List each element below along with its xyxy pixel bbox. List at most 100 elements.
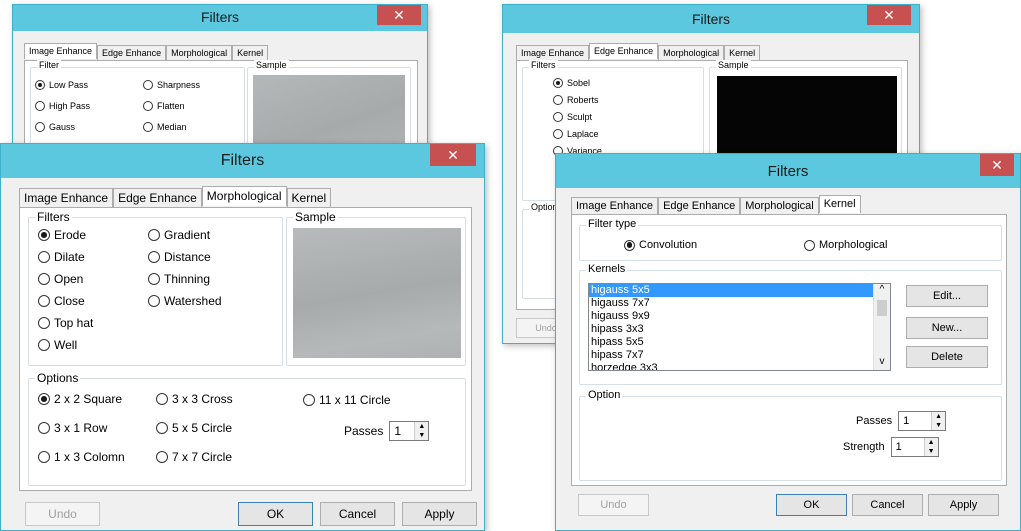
title-bar[interactable]: Filters ✕ <box>13 5 427 31</box>
title-bar[interactable]: Filters ✕ <box>556 154 1020 188</box>
scroll-thumb[interactable] <box>877 300 887 316</box>
list-item[interactable]: higauss 9x9 <box>589 310 890 323</box>
radio-well[interactable]: Well <box>38 338 77 352</box>
radio-sharpness[interactable]: Sharpness <box>143 80 200 90</box>
tab-morphological[interactable]: Morphological <box>658 45 725 61</box>
radio-1x3-colomn[interactable]: 1 x 3 Colomn <box>38 450 125 464</box>
radio-convolution[interactable]: Convolution <box>624 239 697 251</box>
tab-morphological[interactable]: Morphological <box>201 186 287 206</box>
radio-watershed[interactable]: Watershed <box>148 294 222 308</box>
edit-button[interactable]: Edit... <box>906 285 988 307</box>
radio-5x5-circle[interactable]: 5 x 5 Circle <box>156 421 232 435</box>
radio-open[interactable]: Open <box>38 272 83 286</box>
new-button[interactable]: New... <box>906 317 988 339</box>
radio-top-hat[interactable]: Top hat <box>38 316 93 330</box>
radio-dot <box>303 394 315 406</box>
tab-image-enhance[interactable]: Image Enhance <box>571 197 659 215</box>
spin-up-icon[interactable]: ▲ <box>932 412 945 421</box>
radio-morphological[interactable]: Morphological <box>804 239 887 251</box>
close-button[interactable]: ✕ <box>377 5 421 25</box>
spin-down-icon[interactable]: ▼ <box>932 421 945 430</box>
tab-panel: Filter type Convolution Morphological Ke… <box>571 214 1007 486</box>
cancel-button[interactable]: Cancel <box>852 494 923 516</box>
radio-sculpt[interactable]: Sculpt <box>553 112 592 122</box>
tab-kernel[interactable]: Kernel <box>724 45 761 61</box>
tab-edge-enhance[interactable]: Edge Enhance <box>589 43 659 59</box>
tab-morphological[interactable]: Morphological <box>166 45 233 61</box>
radio-label: Distance <box>164 250 211 264</box>
title-bar[interactable]: Filters ✕ <box>1 144 484 178</box>
radio-7x7-circle[interactable]: 7 x 7 Circle <box>156 450 232 464</box>
radio-thinning[interactable]: Thinning <box>148 272 210 286</box>
radio-11x11-circle[interactable]: 11 x 11 Circle <box>303 393 391 407</box>
list-scrollbar[interactable]: ^ v <box>873 284 890 370</box>
tab-image-enhance[interactable]: Image Enhance <box>516 45 590 61</box>
strength-control: Strength 1 ▲ ▼ <box>843 437 939 457</box>
list-item[interactable]: higauss 5x5 <box>589 284 890 297</box>
ok-button[interactable]: OK <box>776 494 847 516</box>
title-bar[interactable]: Filters ✕ <box>503 5 919 33</box>
tab-kernel[interactable]: Kernel <box>818 195 861 213</box>
radio-sobel[interactable]: Sobel <box>553 78 590 88</box>
spin-up-icon[interactable]: ▲ <box>415 422 428 431</box>
radio-high-pass[interactable]: High Pass <box>35 101 90 111</box>
undo-button[interactable]: Undo <box>25 502 100 526</box>
scroll-down-icon[interactable]: v <box>874 356 890 368</box>
undo-button[interactable]: Undo <box>578 494 649 516</box>
spin-down-icon[interactable]: ▼ <box>415 431 428 440</box>
radio-label: Erode <box>54 228 87 242</box>
radio-dilate[interactable]: Dilate <box>38 250 85 264</box>
delete-button[interactable]: Delete <box>906 346 988 368</box>
radio-roberts[interactable]: Roberts <box>553 95 599 105</box>
apply-button[interactable]: Apply <box>402 502 477 526</box>
scroll-up-icon[interactable]: ^ <box>874 284 890 296</box>
tab-kernel[interactable]: Kernel <box>286 188 332 208</box>
spin-up-icon[interactable]: ▲ <box>925 438 938 447</box>
list-item[interactable]: hipass 5x5 <box>589 336 890 349</box>
list-item[interactable]: hipass 7x7 <box>589 349 890 362</box>
passes-spinner[interactable]: 1 ▲ ▼ <box>898 411 947 431</box>
radio-gauss[interactable]: Gauss <box>35 122 75 132</box>
tab-edge-enhance[interactable]: Edge Enhance <box>113 188 202 208</box>
kernels-list[interactable]: higauss 5x5 higauss 7x7 higauss 9x9 hipa… <box>588 283 891 371</box>
list-item[interactable]: horzedge 3x3 <box>589 362 890 370</box>
close-button[interactable]: ✕ <box>430 144 476 166</box>
spinner-arrows[interactable]: ▲ ▼ <box>414 422 429 440</box>
spinner-arrows[interactable]: ▲ ▼ <box>923 438 938 456</box>
radio-low-pass[interactable]: Low Pass <box>35 80 88 90</box>
radio-median[interactable]: Median <box>143 122 187 132</box>
list-item[interactable]: hipass 3x3 <box>589 323 890 336</box>
ok-button[interactable]: OK <box>238 502 313 526</box>
close-button[interactable]: ✕ <box>867 5 911 25</box>
tab-edge-enhance[interactable]: Edge Enhance <box>658 197 741 215</box>
radio-label: 5 x 5 Circle <box>172 421 233 435</box>
radio-2x2-square[interactable]: 2 x 2 Square <box>38 392 122 406</box>
window-title: Filters <box>767 163 809 180</box>
radio-label: Laplace <box>567 129 599 139</box>
radio-distance[interactable]: Distance <box>148 250 211 264</box>
radio-erode[interactable]: Erode <box>38 228 86 242</box>
close-button[interactable]: ✕ <box>980 154 1014 176</box>
radio-gradient[interactable]: Gradient <box>148 228 210 242</box>
radio-laplace[interactable]: Laplace <box>553 129 599 139</box>
radio-dot <box>38 251 50 263</box>
tab-kernel[interactable]: Kernel <box>232 45 269 61</box>
radio-label: 2 x 2 Square <box>54 392 123 406</box>
strength-spinner[interactable]: 1 ▲ ▼ <box>890 437 939 457</box>
tab-image-enhance[interactable]: Image Enhance <box>24 43 98 59</box>
radio-label: 3 x 1 Row <box>54 421 108 435</box>
tab-edge-enhance[interactable]: Edge Enhance <box>97 45 167 61</box>
spin-down-icon[interactable]: ▼ <box>925 447 938 456</box>
radio-flatten[interactable]: Flatten <box>143 101 185 111</box>
passes-spinner[interactable]: 1 ▲ ▼ <box>389 421 430 441</box>
filters-group-label: Filters <box>529 60 558 70</box>
list-item[interactable]: higauss 7x7 <box>589 297 890 310</box>
apply-button[interactable]: Apply <box>928 494 999 516</box>
cancel-button[interactable]: Cancel <box>320 502 395 526</box>
radio-3x3-cross[interactable]: 3 x 3 Cross <box>156 392 233 406</box>
spinner-arrows[interactable]: ▲ ▼ <box>931 412 946 430</box>
tab-image-enhance[interactable]: Image Enhance <box>19 188 114 208</box>
radio-close[interactable]: Close <box>38 294 85 308</box>
radio-3x1-row[interactable]: 3 x 1 Row <box>38 421 107 435</box>
tab-morphological[interactable]: Morphological <box>740 197 819 215</box>
